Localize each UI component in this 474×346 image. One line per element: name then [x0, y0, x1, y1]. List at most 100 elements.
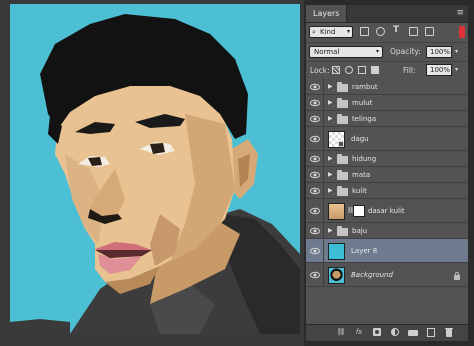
layer-row[interactable]: ▶ hidung	[306, 151, 468, 167]
eye-icon	[310, 227, 320, 235]
expand-arrow-icon[interactable]: ▶	[328, 83, 333, 90]
layer-row[interactable]: Layer 8	[306, 239, 468, 263]
expand-arrow-icon[interactable]: ▶	[328, 187, 333, 194]
type-filter-icon[interactable]: T	[393, 25, 399, 35]
lock-all-icon[interactable]	[371, 66, 379, 74]
expand-arrow-icon[interactable]: ▶	[328, 171, 333, 178]
layer-thumbnail	[328, 243, 345, 260]
pixel-filter-icon[interactable]	[360, 27, 369, 36]
layer-row[interactable]: ▶ baju	[306, 223, 468, 239]
visibility-toggle[interactable]	[306, 111, 324, 126]
layers-panel-footer: ⛓ fx	[306, 324, 468, 341]
expand-arrow-icon[interactable]: ▶	[328, 155, 333, 162]
new-layer-icon[interactable]	[426, 328, 436, 337]
layer-name: mulut	[352, 99, 373, 107]
fill-dropdown-icon[interactable]: ▾	[455, 64, 463, 76]
lock-transparent-icon[interactable]	[332, 66, 340, 74]
blend-opacity-row: Normal ▾ Opacity: 100% ▾	[306, 42, 468, 61]
layer-mask-thumbnail[interactable]	[353, 205, 365, 217]
fill-label: Fill:	[403, 66, 416, 75]
visibility-toggle[interactable]	[306, 263, 324, 286]
search-icon: ⌕	[312, 28, 316, 36]
visibility-toggle[interactable]	[306, 199, 324, 222]
eye-icon	[310, 155, 320, 163]
folder-icon	[337, 82, 348, 92]
visibility-toggle[interactable]	[306, 167, 324, 182]
smart-object-filter-icon[interactable]	[425, 27, 434, 36]
eye-icon	[310, 115, 320, 123]
opacity-field[interactable]: 100%	[426, 46, 452, 58]
filter-toggle-switch[interactable]	[459, 26, 465, 38]
add-mask-icon[interactable]	[372, 328, 382, 337]
layer-row[interactable]: ▶ kulit	[306, 183, 468, 199]
layer-name: Layer 8	[351, 247, 378, 255]
layer-name: telinga	[352, 115, 377, 123]
visibility-toggle[interactable]	[306, 79, 324, 94]
photoshop-workspace: Layers ≡ ⌕ Kind ▾ T Normal ▾ Opacity: 10…	[0, 0, 474, 346]
expand-arrow-icon[interactable]: ▶	[328, 227, 333, 234]
eye-icon	[310, 207, 320, 215]
smart-object-thumbnail	[328, 131, 345, 148]
expand-arrow-icon[interactable]: ▶	[328, 115, 333, 122]
new-group-icon[interactable]	[408, 328, 418, 337]
layer-row[interactable]: dagu	[306, 127, 468, 151]
panel-menu-icon[interactable]: ≡	[456, 5, 464, 22]
lock-icon	[454, 272, 460, 280]
layer-filter-row: ⌕ Kind ▾ T	[306, 23, 468, 41]
layer-row[interactable]: ⛓ dasar kulit	[306, 199, 468, 223]
document-canvas[interactable]	[10, 4, 300, 334]
blend-mode-select[interactable]: Normal ▾	[309, 46, 383, 58]
lock-fill-row: Lock: Fill: 100% ▾	[306, 61, 468, 80]
layer-name: rambut	[352, 83, 378, 91]
eye-icon	[310, 99, 320, 107]
fx-icon[interactable]: fx	[354, 328, 364, 337]
layer-name: dagu	[351, 135, 369, 143]
layer-name: Background	[351, 271, 393, 279]
layer-row[interactable]: ▶ mata	[306, 167, 468, 183]
opacity-dropdown-icon[interactable]: ▾	[455, 46, 463, 58]
visibility-toggle[interactable]	[306, 239, 324, 262]
folder-icon	[337, 98, 348, 108]
layer-row[interactable]: ▶ rambut	[306, 79, 468, 95]
layer-row[interactable]: ▶ mulut	[306, 95, 468, 111]
folder-icon	[337, 170, 348, 180]
layers-panel: Layers ≡ ⌕ Kind ▾ T Normal ▾ Opacity: 10…	[305, 4, 469, 342]
tab-layers[interactable]: Layers	[306, 5, 348, 22]
adjustment-filter-icon[interactable]	[376, 27, 385, 36]
visibility-toggle[interactable]	[306, 151, 324, 166]
eye-icon	[310, 271, 320, 279]
layer-row[interactable]: ▶ telinga	[306, 111, 468, 127]
lock-position-icon[interactable]	[358, 66, 366, 74]
lock-label: Lock:	[310, 66, 330, 75]
vector-portrait-artwork	[10, 4, 300, 334]
expand-arrow-icon[interactable]: ▶	[328, 99, 333, 106]
filter-kind-label: Kind	[320, 28, 336, 36]
chevron-down-icon: ▾	[375, 48, 379, 55]
lock-image-icon[interactable]	[345, 66, 353, 74]
panel-tab-bar: Layers ≡	[306, 5, 468, 23]
opacity-label: Opacity:	[390, 47, 421, 56]
layer-name: baju	[352, 227, 368, 235]
eye-icon	[310, 135, 320, 143]
canvas-area[interactable]	[0, 0, 304, 346]
adjustment-layer-icon[interactable]	[390, 328, 400, 337]
folder-icon	[337, 186, 348, 196]
visibility-toggle[interactable]	[306, 223, 324, 238]
layer-name: dasar kulit	[368, 207, 405, 215]
chevron-down-icon: ▾	[346, 28, 350, 35]
shape-filter-icon[interactable]	[409, 27, 418, 36]
delete-layer-icon[interactable]	[444, 328, 454, 337]
layer-list: ▶ rambut ▶ mulut ▶ telinga dagu ▶ hidung ▶ mata ▶ ku…	[306, 79, 468, 287]
eye-icon	[310, 187, 320, 195]
background-thumbnail	[328, 267, 345, 284]
fill-field[interactable]: 100%	[426, 64, 452, 76]
visibility-toggle[interactable]	[306, 95, 324, 110]
eye-icon	[310, 247, 320, 255]
visibility-toggle[interactable]	[306, 127, 324, 150]
folder-icon	[337, 226, 348, 236]
visibility-toggle[interactable]	[306, 183, 324, 198]
layer-row[interactable]: Background	[306, 263, 468, 287]
layer-name: hidung	[352, 155, 377, 163]
link-layers-icon[interactable]: ⛓	[336, 328, 346, 337]
filter-kind-select[interactable]: ⌕ Kind ▾	[309, 26, 353, 38]
